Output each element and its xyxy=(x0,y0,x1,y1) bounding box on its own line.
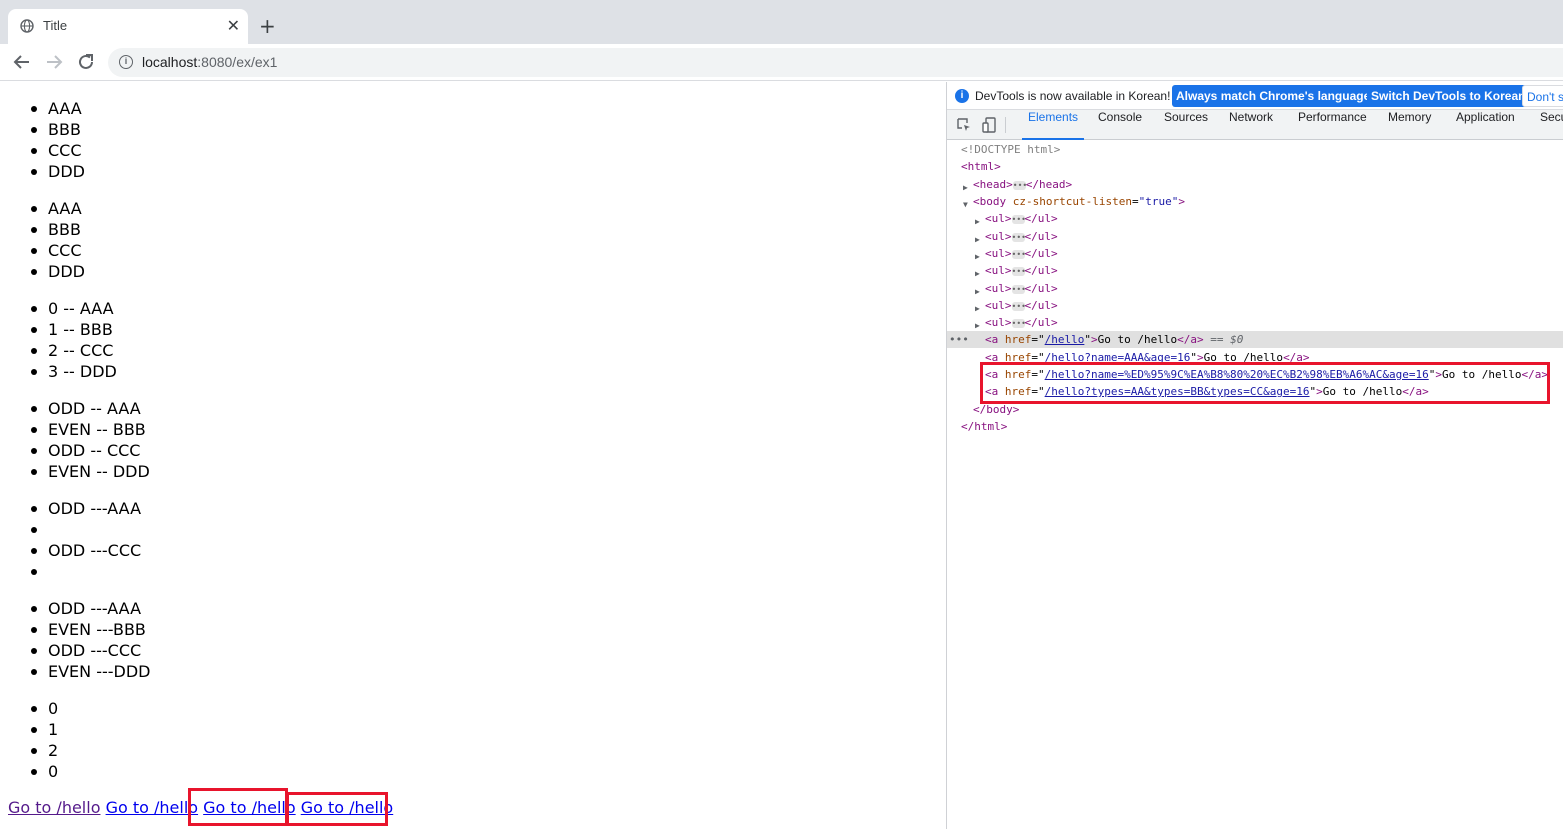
dom-line-ul[interactable]: ▶ <ul>•••</ul> xyxy=(973,210,1563,227)
list-item: CCC xyxy=(0,240,85,261)
inspect-element-icon[interactable] xyxy=(956,117,972,133)
list-item xyxy=(0,519,141,540)
ellipsis-icon[interactable]: ••• xyxy=(1011,232,1026,242)
dom-line-doctype[interactable]: <!DOCTYPE html> xyxy=(961,141,1563,158)
tab-memory[interactable]: Memory xyxy=(1388,110,1431,140)
list-item: ODD -- AAA xyxy=(0,398,150,419)
list-1: AAA BBB CCC DDD xyxy=(0,98,85,182)
tab-title: Title xyxy=(43,18,68,33)
tab-sources[interactable]: Sources xyxy=(1164,110,1208,140)
list-item: ODD ---CCC xyxy=(0,540,141,561)
dom-line-ul[interactable]: ▶ <ul>•••</ul> xyxy=(973,228,1563,245)
dont-show-again-button[interactable]: Don't s xyxy=(1522,85,1563,107)
dom-line-ul[interactable]: ▶ <ul>•••</ul> xyxy=(973,262,1563,279)
list-item: 1 -- BBB xyxy=(0,319,117,340)
list-item: 1 xyxy=(0,719,58,740)
dom-line-ul[interactable]: ▶ <ul>•••</ul> xyxy=(973,280,1563,297)
url-text[interactable]: localhost:8080/ex/ex1 xyxy=(142,54,277,70)
new-tab-button[interactable]: + xyxy=(259,14,276,38)
list-6: ODD ---AAA EVEN ---BBB ODD ---CCC EVEN -… xyxy=(0,598,151,682)
device-toolbar-icon[interactable] xyxy=(982,117,998,133)
dom-line-head[interactable]: ▶ <head>•••</head> xyxy=(961,176,1563,193)
highlight-box-link-3 xyxy=(188,788,288,826)
browser-tab[interactable]: Title ✕ xyxy=(8,9,248,44)
tab-network[interactable]: Network xyxy=(1229,110,1273,140)
list-item: 3 -- DDD xyxy=(0,361,117,382)
tab-strip: Title ✕ + xyxy=(0,0,1563,44)
devtools-language-infobar: i DevTools is now available in Korean! A… xyxy=(947,82,1563,110)
list-item: 0 xyxy=(0,698,58,719)
dom-line-html[interactable]: <html> xyxy=(961,158,1563,175)
close-tab-icon[interactable]: ✕ xyxy=(227,16,240,36)
reload-icon[interactable] xyxy=(73,50,99,74)
list-item: EVEN ---BBB xyxy=(0,619,151,640)
highlight-box-devtools-links xyxy=(980,362,1550,404)
tab-performance[interactable]: Performance xyxy=(1298,110,1367,140)
dom-line-ul[interactable]: ▶ <ul>•••</ul> xyxy=(973,245,1563,262)
list-item: EVEN -- BBB xyxy=(0,419,150,440)
list-item: AAA xyxy=(0,98,85,119)
list-item: CCC xyxy=(0,140,85,161)
address-bar[interactable]: i localhost:8080/ex/ex1 xyxy=(108,48,1563,77)
infobar-message: DevTools is now available in Korean! xyxy=(975,89,1171,103)
list-item: AAA xyxy=(0,198,85,219)
dom-line-ul[interactable]: ▶ <ul>•••</ul> xyxy=(973,297,1563,314)
browser-toolbar: i localhost:8080/ex/ex1 xyxy=(0,44,1563,81)
site-info-icon[interactable]: i xyxy=(119,55,133,69)
page-content: AAA BBB CCC DDD AAA BBB CCC DDD 0 -- AAA… xyxy=(0,82,946,829)
list-item: EVEN -- DDD xyxy=(0,461,150,482)
dom-line-ul[interactable]: ▶ <ul>•••</ul> xyxy=(973,314,1563,331)
list-item: 2 xyxy=(0,740,58,761)
tab-console[interactable]: Console xyxy=(1098,110,1142,140)
dom-line-a-selected[interactable]: ••• <a href="/hello">Go to /hello</a> ==… xyxy=(947,331,1563,348)
ellipsis-icon[interactable]: ••• xyxy=(1011,318,1026,328)
back-arrow-icon[interactable] xyxy=(9,50,35,74)
devtools-tab-bar: Elements Console Sources Network Perform… xyxy=(947,110,1563,140)
ellipsis-icon[interactable]: ••• xyxy=(1011,284,1026,294)
ellipsis-icon[interactable]: ••• xyxy=(1011,301,1026,311)
ellipsis-icon[interactable]: ••• xyxy=(1011,249,1026,259)
more-options-icon[interactable]: ••• xyxy=(949,331,969,348)
list-item: ODD -- CCC xyxy=(0,440,150,461)
list-4: ODD -- AAA EVEN -- BBB ODD -- CCC EVEN -… xyxy=(0,398,150,482)
list-item xyxy=(0,561,141,582)
list-item: BBB xyxy=(0,219,85,240)
hello-link-1[interactable]: Go to /hello xyxy=(8,798,100,817)
list-item: 0 xyxy=(0,761,58,782)
ellipsis-icon[interactable]: ••• xyxy=(1012,180,1027,190)
tab-security[interactable]: Secu xyxy=(1540,110,1563,140)
collapse-triangle-icon[interactable]: ▼ xyxy=(963,196,968,213)
list-7: 0 1 2 0 xyxy=(0,698,58,782)
devtools-panel: i DevTools is now available in Korean! A… xyxy=(947,82,1563,829)
tab-elements[interactable]: Elements xyxy=(1021,110,1085,140)
list-item: 0 -- AAA xyxy=(0,298,117,319)
list-3: 0 -- AAA 1 -- BBB 2 -- CCC 3 -- DDD xyxy=(0,298,117,382)
hello-link-2[interactable]: Go to /hello xyxy=(106,798,198,817)
ellipsis-icon[interactable]: ••• xyxy=(1011,266,1026,276)
tab-separator xyxy=(1005,117,1006,133)
list-5: ODD ---AAA ODD ---CCC xyxy=(0,498,141,582)
globe-icon xyxy=(20,19,34,33)
list-item: BBB xyxy=(0,119,85,140)
list-item: ODD ---CCC xyxy=(0,640,151,661)
switch-devtools-korean-button[interactable]: Switch DevTools to Korean xyxy=(1367,85,1530,107)
list-item: DDD xyxy=(0,261,85,282)
list-item: ODD ---AAA xyxy=(0,498,141,519)
forward-arrow-icon[interactable] xyxy=(41,50,67,74)
highlight-box-link-4 xyxy=(286,792,388,826)
info-icon: i xyxy=(955,89,969,103)
list-item: EVEN ---DDD xyxy=(0,661,151,682)
ellipsis-icon[interactable]: ••• xyxy=(1011,214,1026,224)
tab-application[interactable]: Application xyxy=(1456,110,1515,140)
always-match-language-button[interactable]: Always match Chrome's language xyxy=(1172,85,1375,107)
dom-line-body[interactable]: ▼ <body cz-shortcut-listen="true"> xyxy=(961,193,1563,210)
list-item: 2 -- CCC xyxy=(0,340,117,361)
list-item: DDD xyxy=(0,161,85,182)
dom-line-html-close[interactable]: </html> xyxy=(961,418,1563,435)
list-2: AAA BBB CCC DDD xyxy=(0,198,85,282)
list-item: ODD ---AAA xyxy=(0,598,151,619)
